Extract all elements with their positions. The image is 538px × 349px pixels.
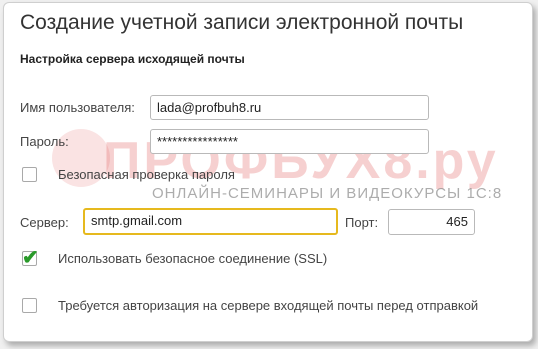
checkmark-icon: ✔ <box>22 247 39 269</box>
port-field[interactable]: 465 <box>388 209 475 235</box>
server-field[interactable]: smtp.gmail.com <box>83 208 338 235</box>
password-value: **************** <box>157 134 238 149</box>
secure-password-checkbox[interactable] <box>22 167 37 182</box>
watermark-subtext: ОНЛАЙН-СЕМИНАРЫ И ВИДЕОКУРСЫ 1С:8 <box>152 185 503 202</box>
password-label: Пароль: <box>20 134 69 149</box>
email-account-dialog: Создание учетной записи электронной почт… <box>3 2 533 342</box>
username-field[interactable]: lada@profbuh8.ru <box>150 95 429 120</box>
username-value: lada@profbuh8.ru <box>157 100 262 115</box>
password-field[interactable]: **************** <box>150 129 429 154</box>
server-value: smtp.gmail.com <box>91 213 183 228</box>
port-value: 465 <box>446 214 468 229</box>
server-label: Сервер: <box>20 215 69 230</box>
secure-password-label: Безопасная проверка пароля <box>58 167 235 182</box>
section-title: Настройка сервера исходящей почты <box>20 52 245 66</box>
ssl-label: Использовать безопасное соединение (SSL) <box>58 251 328 266</box>
auth-before-send-label: Требуется авторизация на сервере входяще… <box>58 298 479 313</box>
auth-before-send-checkbox[interactable] <box>22 298 37 313</box>
dialog-title: Создание учетной записи электронной почт… <box>20 11 464 34</box>
port-label: Порт: <box>345 215 379 230</box>
ssl-checkbox[interactable]: ✔ <box>22 247 39 269</box>
username-label: Имя пользователя: <box>20 100 135 115</box>
